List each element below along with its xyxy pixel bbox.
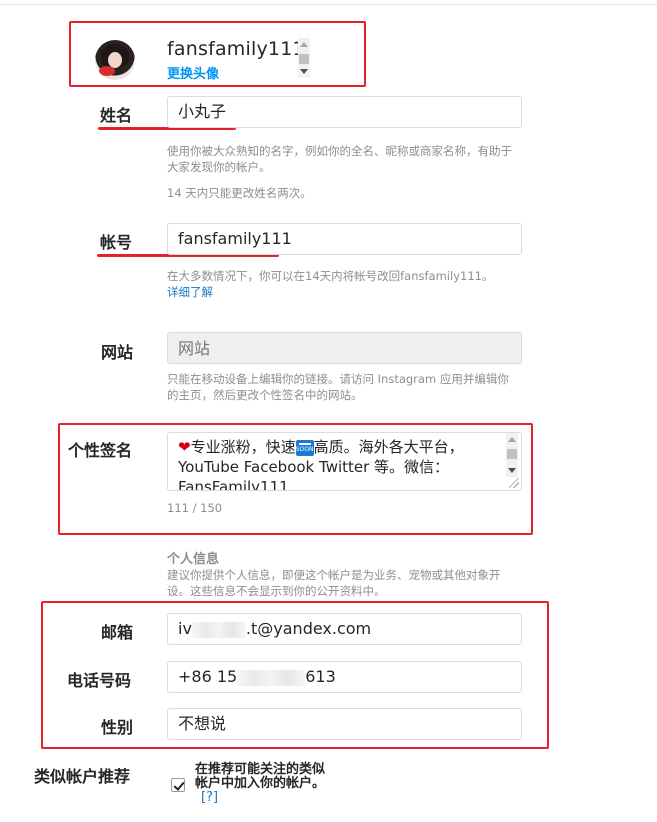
name-change-limit: 14 天内只能更改姓名两次。 (167, 186, 312, 200)
account-help: 在大多数情况下，你可以在14天内将帐号改回fansfamily111。 (167, 269, 494, 283)
email-suffix: .t@yandex.com (245, 619, 372, 638)
top-divider (0, 4, 657, 5)
learn-more-link[interactable]: 详细了解 (167, 284, 213, 300)
header-scrollbar[interactable] (298, 38, 310, 78)
suggestions-description: 在推荐可能关注的类似帐户中加入你的帐户。 (195, 762, 326, 791)
name-help: 使用你被大众熟知的名字，例如你的全名、昵称或商家名称，有助于大家发现你的帐户。 (167, 144, 512, 174)
name-input[interactable]: 小丸子 (167, 96, 522, 128)
scroll-up-icon[interactable] (300, 42, 308, 47)
bio-counter: 111 / 150 (167, 501, 223, 515)
email-prefix: iv (178, 619, 192, 638)
gender-input[interactable]: 不想说 (167, 708, 522, 740)
suggestions-text: 在推荐可能关注的类似帐户中加入你的帐户。 [?] (195, 763, 335, 805)
suggestions-checkbox[interactable] (171, 778, 185, 792)
profile-avatar[interactable] (95, 40, 135, 80)
phone-redaction (237, 669, 306, 686)
bio-scroll-thumb[interactable] (507, 449, 517, 459)
bio-textarea[interactable]: ❤专业涨粉，快速SOON高质。海外各大平台，YouTube Facebook T… (167, 432, 522, 491)
scroll-down-icon[interactable] (300, 69, 308, 74)
phone-input[interactable]: +86 15 613 (167, 661, 522, 693)
account-label: 帐号 (100, 233, 133, 252)
bio-scrollbar[interactable] (506, 433, 518, 477)
website-help: 只能在移动设备上编辑你的链接。请访问 Instagram 应用并编辑你的主页，然… (167, 372, 509, 402)
website-label: 网站 (101, 343, 134, 362)
phone-prefix: +86 15 (178, 667, 238, 686)
gender-label: 性别 (101, 718, 134, 737)
bio-scroll-down-icon[interactable] (508, 468, 516, 473)
scroll-thumb[interactable] (299, 54, 309, 64)
change-photo-link[interactable]: 更换头像 (167, 63, 219, 82)
email-redaction (191, 621, 246, 638)
suggestions-label: 类似帐户推荐 (34, 767, 131, 786)
website-input[interactable] (167, 332, 522, 364)
account-input[interactable]: fansfamily111 (167, 223, 522, 255)
profile-username: fansfamily111 (167, 38, 305, 60)
heart-icon: ❤ (178, 438, 191, 456)
phone-label: 电话号码 (67, 671, 132, 690)
bio-scroll-up-icon[interactable] (508, 437, 516, 442)
personal-info-title: 个人信息 (167, 552, 220, 567)
email-label: 邮箱 (101, 623, 134, 642)
bio-text-part1: 专业涨粉，快速 (190, 438, 296, 456)
personal-info-help: 建议你提供个人信息，即便这个帐户是为业务、宠物或其他对象开设。这些信息不会显示到… (167, 568, 501, 598)
bio-label: 个性签名 (68, 441, 133, 460)
name-label: 姓名 (100, 106, 133, 125)
soon-icon: SOON (295, 439, 314, 456)
phone-suffix: 613 (305, 667, 336, 686)
suggestions-help-link[interactable]: [?] (201, 790, 218, 805)
resize-grip-icon[interactable] (509, 478, 519, 488)
email-input[interactable]: iv .t@yandex.com (167, 613, 522, 645)
